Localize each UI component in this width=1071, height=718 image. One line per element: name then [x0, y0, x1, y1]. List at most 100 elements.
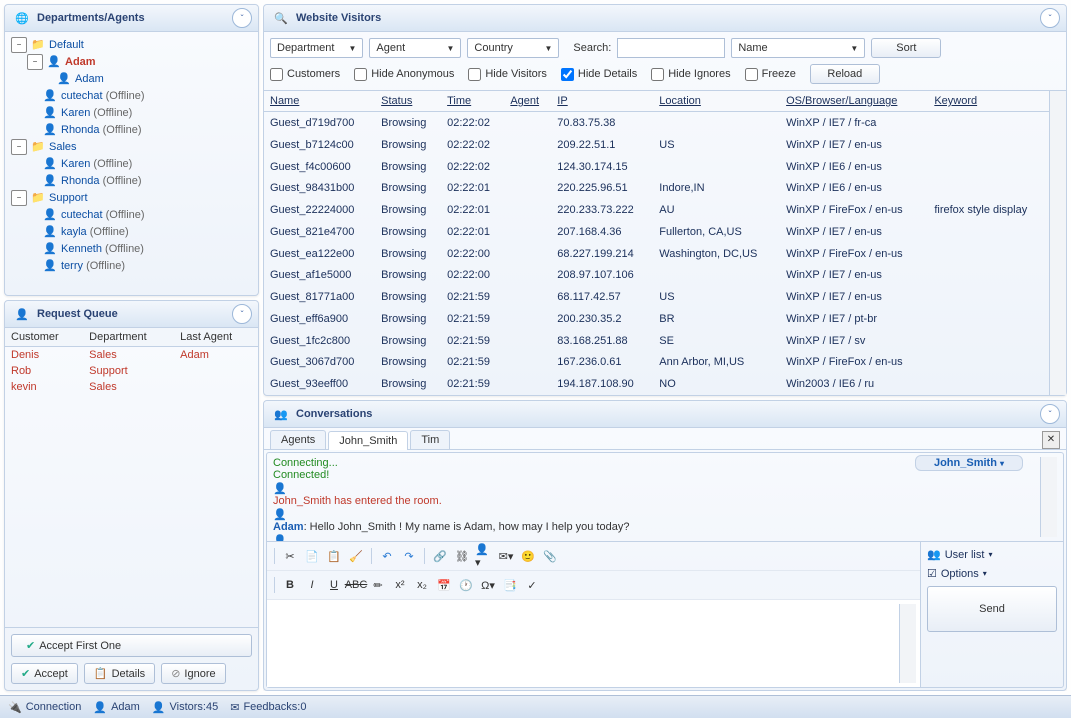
tree-toggle[interactable]: −	[11, 139, 27, 155]
reload-button[interactable]: Reload	[810, 64, 880, 84]
chk-freeze[interactable]: Freeze	[745, 68, 796, 81]
conversation-tab[interactable]: John_Smith	[328, 431, 408, 450]
visitor-row[interactable]: Guest_eff6a900Browsing02:21:59200.230.35…	[264, 308, 1049, 330]
col-last-agent[interactable]: Last Agent	[174, 328, 258, 347]
visitor-row[interactable]: Guest_93eeff00Browsing02:21:59194.187.10…	[264, 373, 1049, 395]
search-field-select[interactable]: Name▼	[731, 38, 865, 58]
status-connection[interactable]: 🔌Connection	[8, 701, 81, 714]
tree-agent-label[interactable]: Rhonda (Offline)	[61, 124, 142, 136]
collapse-icon[interactable]: ˇ	[1040, 8, 1060, 28]
tree-agent-label[interactable]: Rhonda (Offline)	[61, 175, 142, 187]
tree-agent-label[interactable]: cutechat (Offline)	[61, 90, 145, 102]
status-agent[interactable]: 👤Adam	[93, 701, 139, 714]
email-icon[interactable]: ✉▾	[496, 546, 516, 566]
unlink-icon[interactable]: ⛓	[452, 546, 472, 566]
editor-scrollbar[interactable]	[899, 604, 916, 683]
clean-icon[interactable]: 🧹	[346, 546, 366, 566]
paste-icon[interactable]: 📋	[324, 546, 344, 566]
tree-agent-self[interactable]: Adam	[65, 56, 96, 68]
col-customer[interactable]: Customer	[5, 328, 83, 347]
tree-sales[interactable]: Sales	[49, 141, 77, 153]
template-icon[interactable]: 📑	[500, 575, 520, 595]
visitor-row[interactable]: Guest_81771a00Browsing02:21:5968.117.42.…	[264, 286, 1049, 308]
user-send-icon[interactable]: 👤▾	[474, 546, 494, 566]
details-button[interactable]: 📋Details	[84, 663, 155, 684]
tree-toggle[interactable]: −	[27, 54, 43, 70]
visitor-row[interactable]: Guest_af1e5000Browsing02:22:00208.97.107…	[264, 264, 1049, 286]
chk-hide-details[interactable]: Hide Details	[561, 68, 637, 81]
tree-support[interactable]: Support	[49, 192, 88, 204]
erase-icon[interactable]: ✏	[368, 575, 388, 595]
queue-row[interactable]: DenisSalesAdam	[5, 347, 258, 364]
visitor-row[interactable]: Guest_3067d700Browsing02:21:59167.236.0.…	[264, 351, 1049, 373]
tree-agent-sub[interactable]: Adam	[75, 73, 104, 85]
strike-icon[interactable]: ABC	[346, 575, 366, 595]
col-keyword[interactable]: Keyword	[928, 91, 1049, 112]
attach-icon[interactable]: 📎	[540, 546, 560, 566]
visitor-row[interactable]: Guest_ea122e00Browsing02:22:0068.227.199…	[264, 243, 1049, 265]
tree-agent-label[interactable]: Karen (Offline)	[61, 107, 132, 119]
tree-agent-label[interactable]: kayla (Offline)	[61, 226, 129, 238]
tree-agent-label[interactable]: Kenneth (Offline)	[61, 243, 144, 255]
visitor-row[interactable]: Guest_b7124c00Browsing02:22:02209.22.51.…	[264, 134, 1049, 156]
superscript-icon[interactable]: x²	[390, 575, 410, 595]
options-link[interactable]: ☑Options ▾	[927, 567, 1057, 580]
col-location[interactable]: Location	[653, 91, 780, 112]
undo-icon[interactable]: ↶	[377, 546, 397, 566]
col-agent[interactable]: Agent	[504, 91, 551, 112]
search-input[interactable]	[617, 38, 725, 58]
copy-icon[interactable]: 📄	[302, 546, 322, 566]
chk-hide-ignores[interactable]: Hide Ignores	[651, 68, 730, 81]
tree-root-label[interactable]: Default	[49, 39, 84, 51]
emoji-icon[interactable]: 🙂	[518, 546, 538, 566]
chk-customers[interactable]: Customers	[270, 68, 340, 81]
cut-icon[interactable]: ✂	[280, 546, 300, 566]
col-department[interactable]: Department	[83, 328, 174, 347]
link-icon[interactable]: 🔗	[430, 546, 450, 566]
chat-log-scrollbar[interactable]	[1040, 457, 1057, 537]
sort-button[interactable]: Sort	[871, 38, 941, 58]
chk-hide-visitors[interactable]: Hide Visitors	[468, 68, 547, 81]
bold-icon[interactable]: B	[280, 575, 300, 595]
time-icon[interactable]: 🕐	[456, 575, 476, 595]
send-button[interactable]: Send	[927, 586, 1057, 632]
col-name[interactable]: Name	[264, 91, 375, 112]
agent-select[interactable]: Agent▼	[369, 38, 461, 58]
redo-icon[interactable]: ↷	[399, 546, 419, 566]
visitor-row[interactable]: Guest_22224000Browsing02:22:01220.233.73…	[264, 199, 1049, 221]
visitors-scrollbar[interactable]	[1049, 91, 1066, 395]
col-status[interactable]: Status	[375, 91, 441, 112]
collapse-icon[interactable]: ˇ	[1040, 404, 1060, 424]
tree-toggle[interactable]: −	[11, 37, 27, 53]
country-select[interactable]: Country▼	[467, 38, 559, 58]
col-time[interactable]: Time	[441, 91, 504, 112]
visitor-row[interactable]: Guest_f4c00600Browsing02:22:02124.30.174…	[264, 156, 1049, 178]
tree-agent-label[interactable]: Karen (Offline)	[61, 158, 132, 170]
conversation-tab[interactable]: Agents	[270, 430, 326, 449]
visitor-row[interactable]: Guest_821e4700Browsing02:22:01207.168.4.…	[264, 221, 1049, 243]
collapse-icon[interactable]: ˇ	[232, 8, 252, 28]
tree-toggle[interactable]: −	[11, 190, 27, 206]
tree-agent-label[interactable]: cutechat (Offline)	[61, 209, 145, 221]
date-icon[interactable]: 📅	[434, 575, 454, 595]
collapse-icon[interactable]: ˇ	[232, 304, 252, 324]
visitor-row[interactable]: Guest_1fc2c800Browsing02:21:5983.168.251…	[264, 330, 1049, 352]
visitor-row[interactable]: Guest_98431b00Browsing02:22:01220.225.96…	[264, 177, 1049, 199]
visitor-row[interactable]: Guest_d719d700Browsing02:22:0270.83.75.3…	[264, 112, 1049, 134]
message-input[interactable]	[271, 604, 899, 683]
symbol-icon[interactable]: Ω▾	[478, 575, 498, 595]
col-ip[interactable]: IP	[551, 91, 653, 112]
queue-row[interactable]: kevinSales	[5, 379, 258, 395]
user-list-link[interactable]: 👥User list ▾	[927, 548, 1057, 561]
underline-icon[interactable]: U	[324, 575, 344, 595]
conversation-tab[interactable]: Tim	[410, 430, 450, 449]
accept-button[interactable]: ✔Accept	[11, 663, 78, 684]
spellcheck-icon[interactable]: ✓	[522, 575, 542, 595]
italic-icon[interactable]: I	[302, 575, 322, 595]
close-tab-icon[interactable]: ✕	[1042, 431, 1060, 449]
chat-visitor-badge[interactable]: John_Smith ▾	[915, 455, 1023, 471]
department-select[interactable]: Department▼	[270, 38, 363, 58]
chk-hide-anon[interactable]: Hide Anonymous	[354, 68, 454, 81]
tree-agent-label[interactable]: terry (Offline)	[61, 260, 125, 272]
accept-first-button[interactable]: ✔Accept First One	[11, 634, 252, 657]
